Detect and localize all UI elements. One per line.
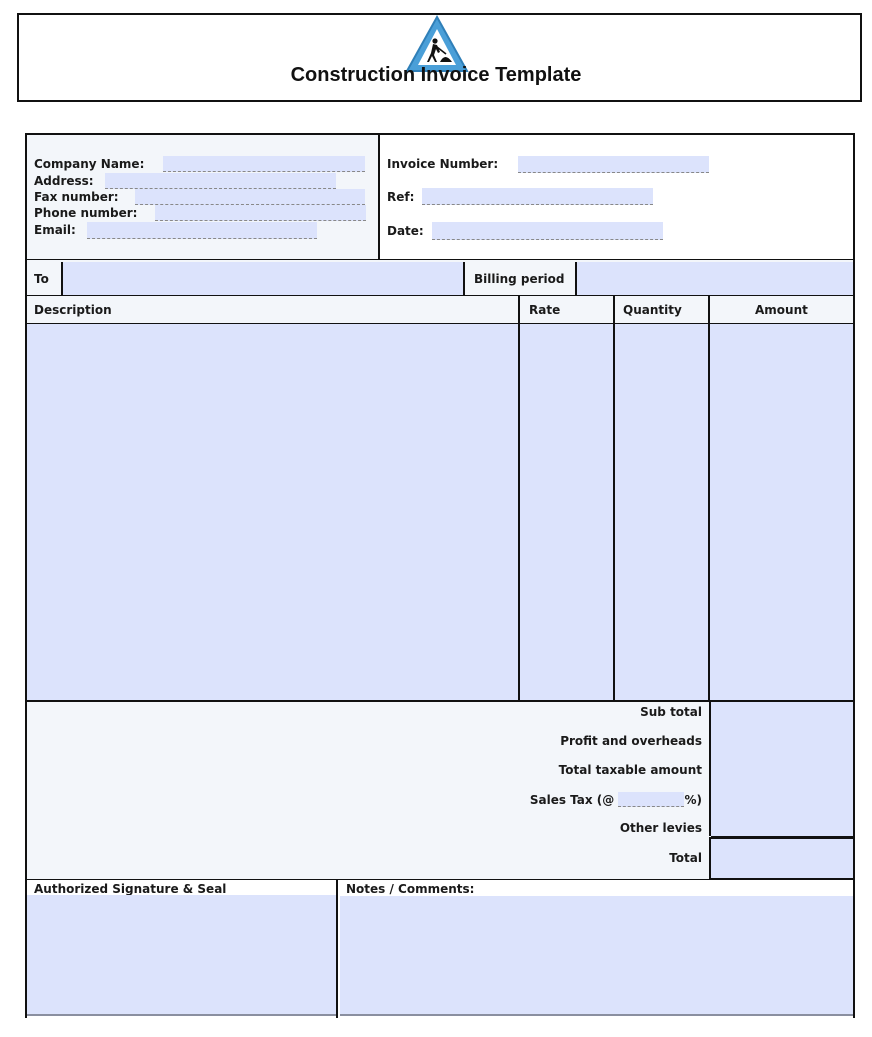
sales-tax-prefix: Sales Tax (@: [529, 793, 615, 807]
sales-tax-rate-field[interactable]: [618, 792, 685, 807]
column-header-description: Description: [34, 303, 112, 317]
billing-period-field[interactable]: [575, 262, 853, 295]
signature-field[interactable]: [27, 895, 336, 1016]
page-title: Construction Invoice Template: [290, 64, 582, 86]
date-field[interactable]: [432, 222, 663, 240]
column-header-quantity: Quantity: [623, 303, 682, 317]
fax-label: Fax number:: [34, 190, 119, 204]
column-divider: [613, 296, 615, 702]
total-row: [25, 836, 711, 881]
profit-overheads-label: Profit and overheads: [560, 734, 702, 748]
billing-period-label: Billing period: [474, 272, 565, 286]
total-value-field[interactable]: [709, 837, 855, 881]
total-label: Total: [669, 851, 702, 865]
address-field[interactable]: [105, 173, 336, 189]
company-name-field[interactable]: [163, 156, 365, 172]
totals-values-field[interactable]: [709, 702, 855, 838]
rate-column-field[interactable]: [519, 324, 615, 702]
subtotal-label: Sub total: [640, 705, 702, 719]
invoice-number-field[interactable]: [518, 156, 709, 173]
email-field[interactable]: [87, 222, 317, 239]
ref-label: Ref:: [387, 190, 415, 204]
column-divider: [708, 296, 710, 702]
to-field[interactable]: [61, 262, 465, 295]
other-levies-label: Other levies: [619, 821, 702, 835]
column-header-amount: Amount: [755, 303, 808, 317]
notes-label: Notes / Comments:: [346, 882, 475, 896]
sales-tax-suffix: %): [684, 793, 702, 807]
column-header-rate: Rate: [529, 303, 561, 317]
ref-field[interactable]: [422, 188, 653, 205]
fax-field[interactable]: [135, 189, 365, 205]
items-table-header: [25, 296, 855, 325]
address-label: Address:: [34, 174, 94, 188]
to-label: To: [34, 272, 49, 286]
date-label: Date:: [387, 224, 424, 238]
sales-tax-label: Sales Tax (@ %): [530, 792, 702, 807]
amount-column-field[interactable]: [709, 324, 855, 702]
column-divider: [518, 296, 520, 702]
signature-label: Authorized Signature & Seal: [34, 882, 227, 896]
notes-field[interactable]: [340, 896, 853, 1016]
quantity-column-field[interactable]: [614, 324, 710, 702]
phone-label: Phone number:: [34, 206, 138, 220]
email-label: Email:: [34, 223, 76, 237]
invoice-number-label: Invoice Number:: [387, 157, 499, 171]
description-column-field[interactable]: [25, 324, 520, 702]
phone-field[interactable]: [155, 205, 366, 221]
company-name-label: Company Name:: [34, 157, 145, 171]
taxable-amount-label: Total taxable amount: [558, 763, 702, 777]
